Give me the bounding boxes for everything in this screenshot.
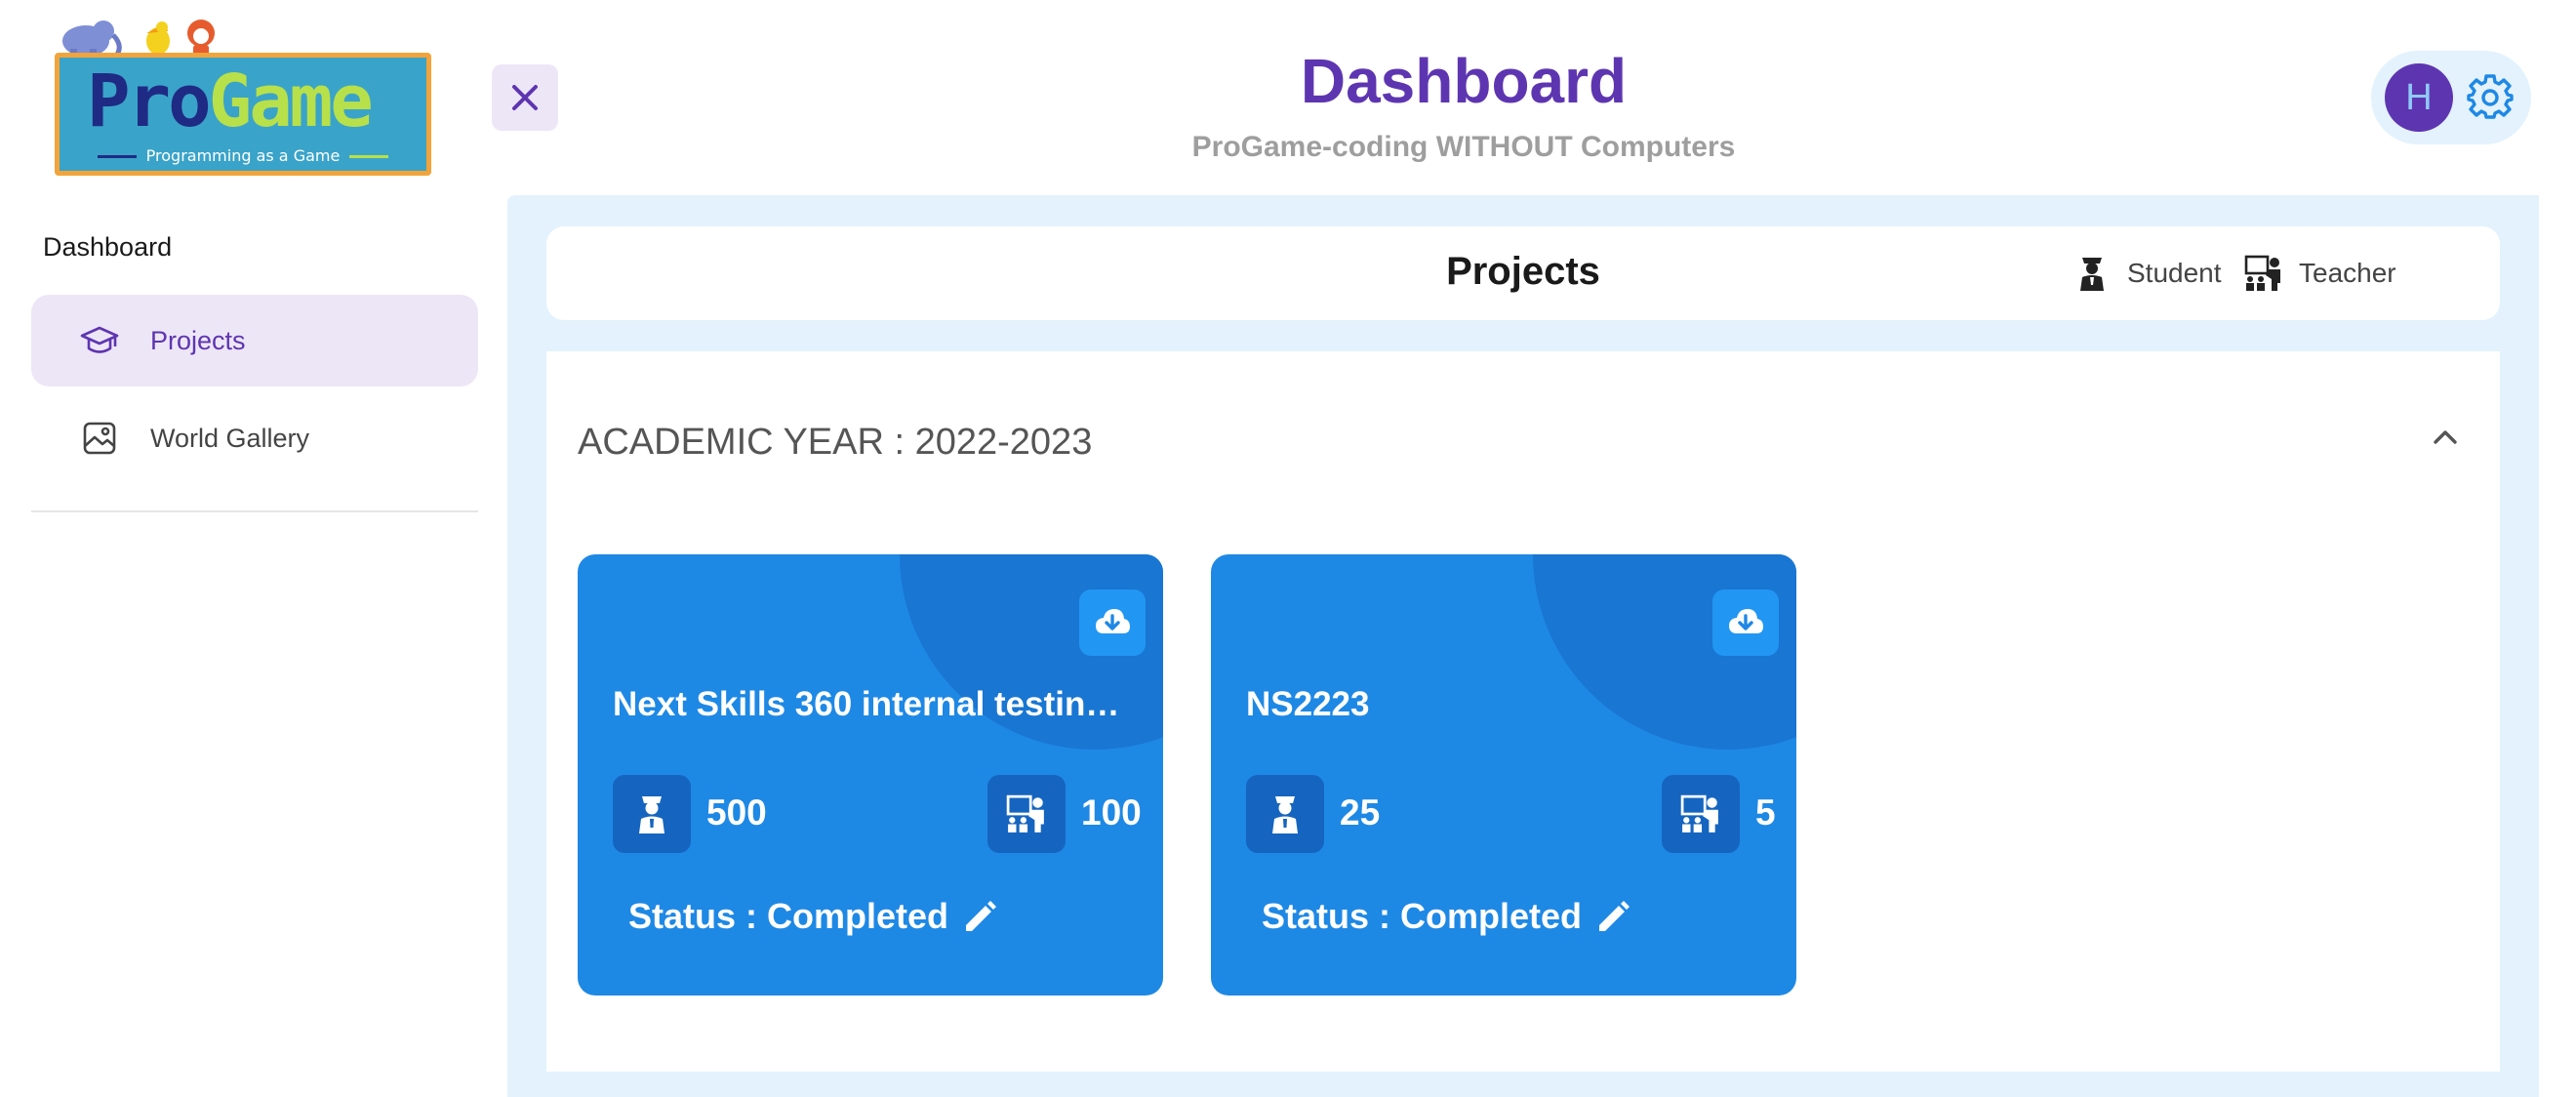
legend-teacher: Teacher — [2244, 254, 2396, 293]
cloud-download-icon — [1096, 609, 1130, 633]
legend-teacher-label: Teacher — [2299, 258, 2396, 288]
project-status: Status : Completed — [628, 896, 949, 936]
student-count-icon-box — [1246, 775, 1324, 853]
sidebar-item-label: Projects — [150, 325, 246, 355]
academic-year-title: ACADEMIC YEAR : 2022-2023 — [578, 422, 1093, 463]
avatar[interactable]: H — [2385, 63, 2453, 132]
sidebar-item-label: World Gallery — [150, 423, 310, 453]
sidebar-heading: Dashboard — [43, 232, 173, 262]
edit-icon[interactable] — [960, 898, 999, 937]
image-icon — [80, 419, 119, 458]
sidebar-item-projects[interactable]: Projects — [31, 295, 478, 386]
teacher-count: 100 — [1081, 792, 1142, 833]
projects-header: Projects Student Teacher — [546, 226, 2500, 320]
sidebar-item-world-gallery[interactable]: World Gallery — [31, 392, 478, 484]
project-status: Status : Completed — [1262, 896, 1583, 936]
student-count-icon-box — [613, 775, 691, 853]
legend-student: Student — [2073, 254, 2222, 293]
student-icon — [639, 796, 664, 833]
student-icon — [1272, 796, 1298, 833]
project-name: NS2223 — [1246, 685, 1370, 723]
teacher-count: 5 — [1755, 792, 1776, 833]
page-title: Dashboard — [1300, 46, 1628, 116]
teacher-icon — [2244, 255, 2280, 291]
logo-badge: ProGame Programming as a Game — [55, 53, 431, 176]
legend-student-label: Student — [2127, 258, 2222, 288]
logo[interactable]: ProGame Programming as a Game — [51, 8, 433, 176]
close-sidebar-button[interactable] — [492, 64, 558, 131]
teacher-icon — [1680, 794, 1718, 833]
page-subtitle: ProGame-coding WITHOUT Computers — [1191, 131, 1736, 163]
teacher-icon — [1006, 794, 1044, 833]
close-icon — [512, 85, 538, 110]
logo-title: ProGame — [87, 60, 374, 143]
gear-icon[interactable] — [2467, 74, 2514, 121]
logo-tagline: Programming as a Game — [60, 146, 426, 165]
student-count: 25 — [1340, 792, 1381, 833]
project-card[interactable]: NS2223 25 5 Status: Completed — [1211, 554, 1796, 995]
project-card[interactable]: Next Skills 360 internal testing batch 5… — [578, 554, 1163, 995]
user-menu[interactable]: H — [2371, 51, 2531, 144]
graduation-cap-icon — [80, 321, 119, 360]
student-icon — [2080, 258, 2104, 291]
teacher-count-icon-box — [1662, 775, 1740, 853]
sidebar-divider — [31, 510, 478, 512]
download-button[interactable] — [1712, 589, 1779, 656]
academic-year-panel: ACADEMIC YEAR : 2022-2023 Next Skills 36… — [546, 351, 2500, 1072]
main-content: Projects Student Teacher ACADEMIC YEAR :… — [507, 195, 2539, 1097]
cloud-download-icon — [1729, 609, 1763, 633]
download-button[interactable] — [1079, 589, 1146, 656]
teacher-count-icon-box — [987, 775, 1066, 853]
project-name: Next Skills 360 internal testing batch — [613, 685, 1140, 723]
edit-icon[interactable] — [1593, 898, 1632, 937]
student-count: 500 — [706, 792, 767, 833]
chevron-up-icon[interactable] — [2426, 418, 2465, 457]
